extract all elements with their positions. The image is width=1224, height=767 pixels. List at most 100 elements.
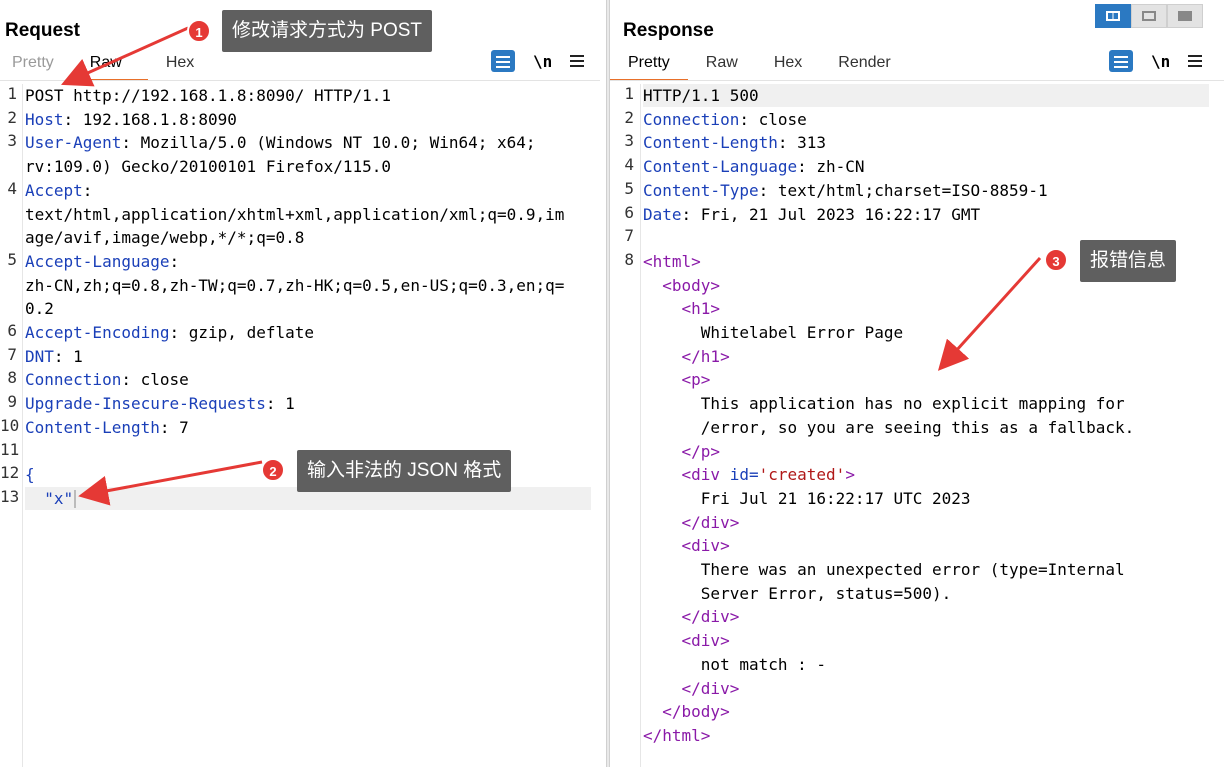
html-tag: </div> <box>681 512 740 532</box>
code-line: <body> <box>643 274 720 298</box>
line-number: 11 <box>0 439 20 459</box>
wrap-lines-icon[interactable] <box>491 50 515 72</box>
tab-raw[interactable]: Raw <box>71 50 148 81</box>
code-text: : zh-CN <box>797 157 865 177</box>
tab-hex[interactable]: Hex <box>756 50 820 80</box>
layout-tabs-button[interactable] <box>1167 4 1203 28</box>
code-line: "x" <box>25 487 77 511</box>
menu-icon[interactable] <box>570 55 585 67</box>
code-line: <div id='created'> <box>643 463 855 487</box>
rows-icon <box>1142 11 1156 21</box>
code-line: age/avif,image/webp,*/*;q=0.8 <box>25 226 304 250</box>
code-line: </p> <box>643 440 721 464</box>
syntax-token: id= <box>729 465 759 485</box>
line-number: 9 <box>7 392 17 412</box>
line-number: 3 <box>7 131 17 151</box>
html-tag: <div> <box>681 631 730 651</box>
code-line: <p> <box>643 368 711 392</box>
code-text: : Mozilla/5.0 (Windows NT 10.0; Win64; x… <box>121 133 536 153</box>
show-newlines-button[interactable]: \n <box>1151 52 1170 71</box>
header-key: Host <box>25 109 64 129</box>
html-tag: <div> <box>681 536 730 556</box>
code-line: <div> <box>643 629 730 653</box>
annotation-number-2: 2 <box>261 458 285 482</box>
layout-side-by-side-button[interactable] <box>1095 4 1131 28</box>
response-pane: Response Pretty Raw Hex Render \n 1 HTTP/… <box>610 0 1224 767</box>
code-line: Whitelabel Error Page <box>643 321 903 345</box>
code-line: HTTP/1.1 500 <box>643 84 759 108</box>
code-line: There was an unexpected error (type=Inte… <box>643 558 1125 582</box>
line-number: 7 <box>7 344 17 364</box>
tab-hex[interactable]: Hex <box>148 50 212 80</box>
code-line: </div> <box>643 605 740 629</box>
html-tag: <div <box>681 465 730 485</box>
code-text: zh-CN,zh;q=0.8,zh-TW;q=0.7,zh-HK;q=0.5,e… <box>25 275 565 295</box>
code-line: </div> <box>643 511 740 535</box>
code-line: Accept-Language: <box>25 250 179 274</box>
code-text: : close <box>739 109 807 129</box>
line-number: 1 <box>624 84 634 103</box>
html-tag: </html> <box>643 725 711 745</box>
request-tabs: Pretty Raw Hex <box>0 50 212 81</box>
html-tag: <h1> <box>681 299 721 319</box>
code-line: Connection: close <box>643 108 807 132</box>
code-line: /error, so you are seeing this as a fall… <box>643 416 1134 440</box>
code-text: Server Error, status=500). <box>643 583 952 603</box>
header-key: Accept-Encoding <box>25 323 170 342</box>
layout-stacked-button[interactable] <box>1131 4 1167 28</box>
header-key: Content-Language <box>643 157 798 177</box>
annotation-callout-3: 报错信息 <box>1080 240 1177 282</box>
wrap-lines-icon[interactable] <box>1109 50 1133 72</box>
code-line: Content-Length: 313 <box>643 131 826 155</box>
line-number: 2 <box>7 107 17 127</box>
html-tag: </body> <box>662 702 730 722</box>
html-tag: </h1> <box>681 346 730 366</box>
code-line: </h1> <box>643 345 730 369</box>
code-text: Whitelabel Error Page <box>643 323 904 342</box>
tab-pretty[interactable]: Pretty <box>0 50 72 80</box>
code-text: text/html,application/xhtml+xml,applicat… <box>25 204 565 224</box>
code-line: <h1> <box>643 297 721 321</box>
line-number: 6 <box>624 202 634 222</box>
code-line: Content-Language: zh-CN <box>643 155 865 179</box>
menu-icon[interactable] <box>1188 55 1203 67</box>
header-key: { <box>25 465 35 485</box>
header-key: Connection <box>25 370 122 390</box>
html-tag: > <box>845 465 855 485</box>
tab-raw[interactable]: Raw <box>688 50 756 80</box>
code-text: : <box>169 251 180 271</box>
code-text: POST http://192.168.1.8:8090/ HTTP/1.1 <box>25 86 392 105</box>
header-key: Upgrade-Insecure-Requests <box>25 394 266 414</box>
code-line: This application has no explicit mapping… <box>643 392 1125 416</box>
code-line: 0.2 <box>25 297 54 321</box>
code-line: Date: Fri, 21 Jul 2023 16:22:17 GMT <box>643 203 980 227</box>
code-line: </html> <box>643 724 710 748</box>
header-key: Accept <box>25 180 83 200</box>
line-number: 8 <box>624 249 634 269</box>
text-cursor <box>74 490 77 509</box>
code-text: There was an unexpected error (type=Inte… <box>643 560 1125 579</box>
code-text: rv:109.0) Gecko/20100101 Firefox/115.0 <box>25 157 392 177</box>
show-newlines-button[interactable]: \n <box>533 52 552 71</box>
code-text: : gzip, deflate <box>169 323 315 342</box>
code-line: { <box>25 463 35 487</box>
response-toolbar: \n <box>1109 50 1203 72</box>
tab-render[interactable]: Render <box>820 50 908 80</box>
tab-pretty[interactable]: Pretty <box>610 50 688 81</box>
response-tabs: Pretty Raw Hex Render <box>610 50 909 81</box>
code-text: HTTP/1.1 500 <box>643 86 759 105</box>
request-pane: Request Pretty Raw Hex \n 1 POST http://1… <box>0 0 606 767</box>
header-key: Content-Type <box>643 180 759 200</box>
annotation-number-3: 3 <box>1044 248 1068 272</box>
annotation-callout-2: 输入非法的 JSON 格式 <box>297 450 512 492</box>
code-line: Accept: <box>25 179 92 203</box>
code-line: <div> <box>643 534 730 558</box>
